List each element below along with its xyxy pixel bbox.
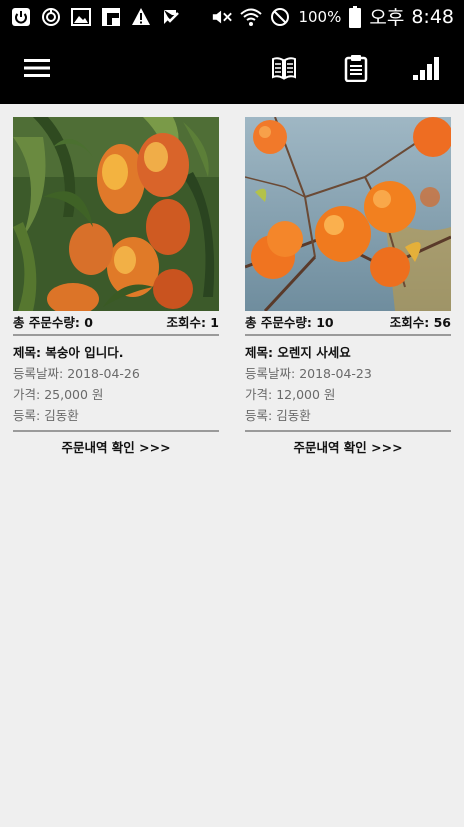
bar-chart-icon (413, 57, 439, 80)
book-button[interactable] (267, 51, 301, 85)
product-seller: 등록: 김동환 (13, 405, 219, 426)
view-count: 조회수: 56 (390, 312, 451, 331)
order-history-link[interactable]: 주문내역 확인 >>> (13, 438, 219, 458)
warning-icon (130, 6, 152, 28)
check-icon (160, 6, 182, 28)
product-price: 가격: 25,000 원 (13, 384, 219, 405)
title-value: 복숭아 입니다. (45, 345, 124, 360)
status-ampm: 오후 (369, 7, 405, 29)
order-qty-value: 0 (84, 314, 93, 330)
app-toolbar (0, 33, 464, 104)
battery-icon (348, 5, 362, 28)
status-bar: 100% 오후 8:48 (0, 0, 464, 33)
date-label: 등록날짜: (13, 366, 68, 381)
divider (13, 430, 219, 432)
title-value: 오렌지 사세요 (277, 345, 351, 360)
view-count: 조회수: 1 (166, 312, 219, 331)
stats-button[interactable] (410, 51, 444, 85)
battery-percent: 100% (298, 7, 342, 26)
product-stats: 총 주문수량: 10 조회수: 56 (245, 311, 451, 331)
order-history-link[interactable]: 주문내역 확인 >>> (245, 438, 451, 458)
power-icon (10, 6, 32, 28)
product-stats: 총 주문수량: 0 조회수: 1 (13, 311, 219, 331)
notification-icons (0, 6, 182, 28)
menu-icon (24, 59, 50, 77)
price-label: 가격: (13, 387, 45, 402)
menu-button[interactable] (20, 51, 54, 85)
product-title: 제목: 복숭아 입니다. (13, 342, 219, 363)
seller-value: 김동환 (44, 408, 79, 423)
wifi-icon (240, 6, 263, 28)
seller-label: 등록: (245, 408, 277, 423)
order-qty: 총 주문수량: 10 (245, 312, 334, 331)
product-price: 가격: 12,000 원 (245, 384, 451, 405)
gallery-icon (70, 6, 92, 28)
seller-label: 등록: (13, 408, 45, 423)
product-date: 등록날짜: 2018-04-26 (13, 363, 219, 384)
order-qty-label: 총 주문수량: (13, 314, 85, 330)
flipboard-icon (100, 6, 122, 28)
divider (245, 430, 451, 432)
date-value: 2018-04-23 (299, 366, 372, 381)
product-image-oranges[interactable] (245, 117, 451, 311)
clipboard-button[interactable] (339, 51, 373, 85)
product-card[interactable]: 총 주문수량: 0 조회수: 1 제목: 복숭아 입니다. 등록날짜: 2018… (13, 117, 219, 458)
view-count-label: 조회수: (166, 314, 211, 330)
price-value: 12,000 원 (276, 387, 336, 402)
sync-icon (40, 6, 62, 28)
product-image-peaches[interactable] (13, 117, 219, 311)
view-count-value: 56 (433, 314, 451, 330)
product-date: 등록날짜: 2018-04-23 (245, 363, 451, 384)
order-qty-value: 10 (316, 314, 334, 330)
price-label: 가격: (245, 387, 277, 402)
title-label: 제목: (13, 345, 46, 360)
view-count-value: 1 (210, 314, 219, 330)
status-time: 8:48 (411, 5, 454, 28)
product-card[interactable]: 총 주문수량: 10 조회수: 56 제목: 오렌지 사세요 등록날짜: 201… (245, 117, 451, 458)
product-seller: 등록: 김동환 (245, 405, 451, 426)
order-qty: 총 주문수량: 0 (13, 312, 93, 331)
order-qty-label: 총 주문수량: (245, 314, 317, 330)
title-label: 제목: (245, 345, 278, 360)
mute-icon (211, 6, 233, 28)
book-icon (272, 57, 296, 80)
product-info: 제목: 오렌지 사세요 등록날짜: 2018-04-23 가격: 12,000 … (245, 336, 451, 426)
seller-value: 김동환 (276, 408, 311, 423)
product-info: 제목: 복숭아 입니다. 등록날짜: 2018-04-26 가격: 25,000… (13, 336, 219, 426)
view-count-label: 조회수: (389, 314, 434, 330)
product-title: 제목: 오렌지 사세요 (245, 342, 451, 363)
date-label: 등록날짜: (245, 366, 300, 381)
price-value: 25,000 원 (44, 387, 104, 402)
blocked-icon (269, 6, 291, 28)
clipboard-icon (344, 55, 368, 82)
date-value: 2018-04-26 (67, 366, 140, 381)
